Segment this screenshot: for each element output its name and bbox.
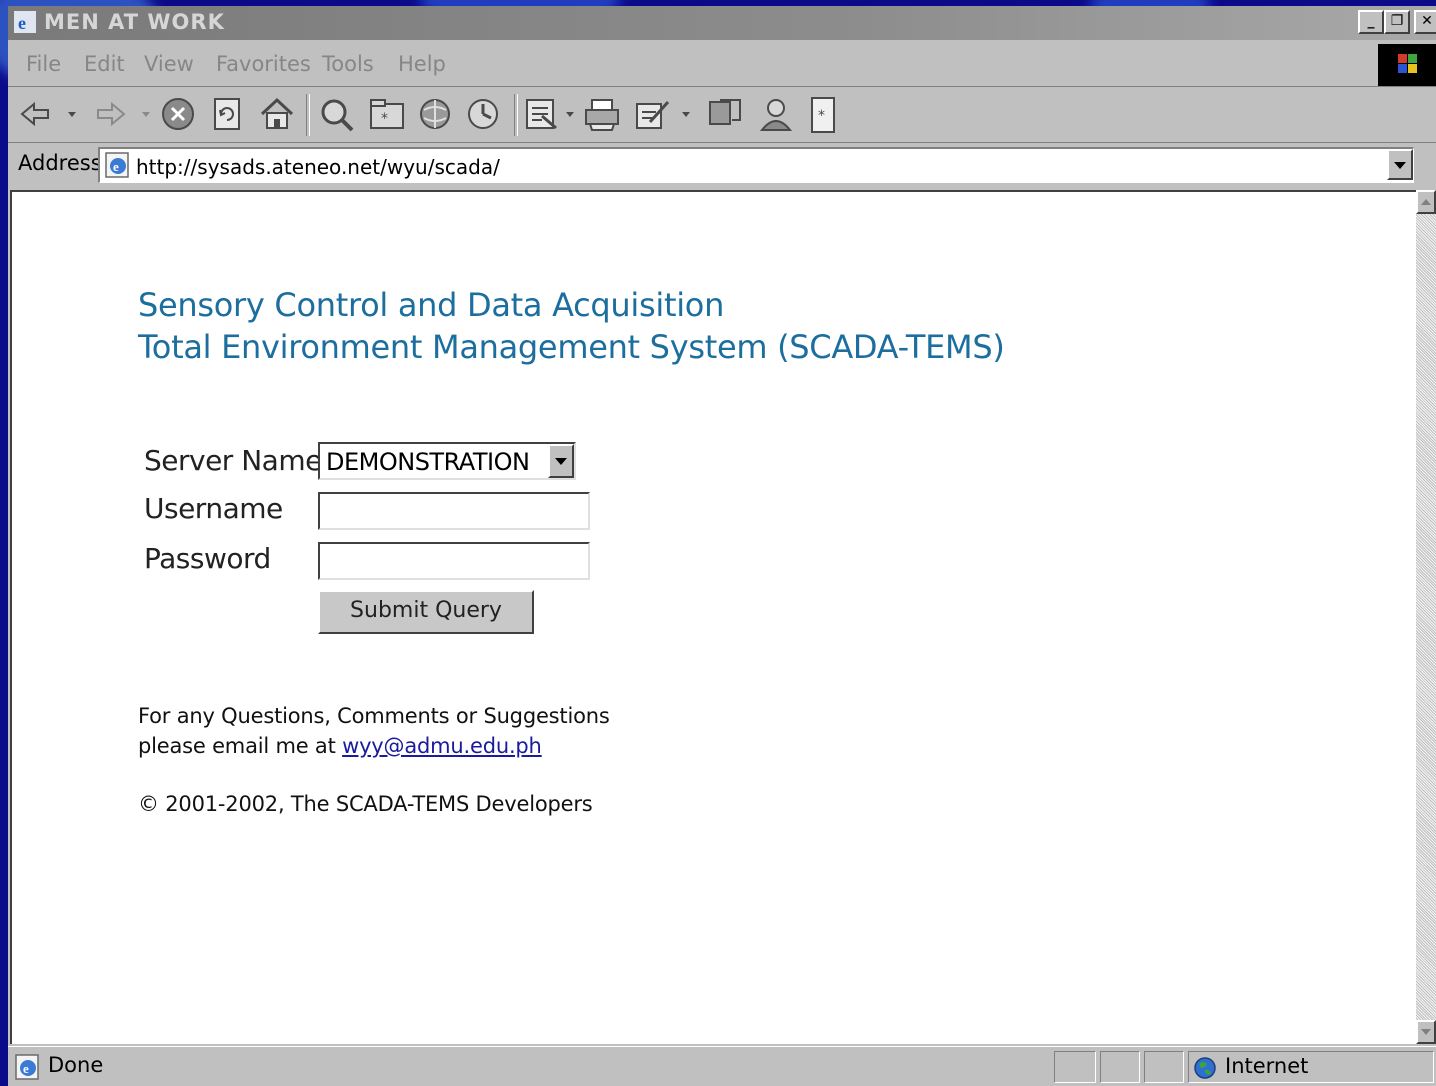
chevron-down-icon [555, 458, 567, 465]
password-input[interactable] [318, 542, 590, 580]
scroll-up-button[interactable] [1416, 190, 1436, 214]
contact-line-2: please email me at wyy@admu.edu.ph [138, 734, 542, 758]
edit-icon[interactable] [634, 96, 672, 132]
password-label: Password [144, 542, 271, 575]
address-dropdown-button[interactable] [1387, 149, 1413, 180]
discuss-icon[interactable] [706, 96, 744, 132]
contact-prefix: please email me at [138, 734, 343, 758]
title-bar[interactable]: e MEN AT WORK _ ❐ ✕ [8, 6, 1436, 40]
menu-favorites[interactable]: Favorites [216, 52, 311, 76]
server-name-value: DEMONSTRATION [326, 448, 530, 476]
status-pane [1054, 1051, 1096, 1083]
mail-dropdown-icon[interactable] [564, 96, 576, 132]
username-label: Username [144, 492, 283, 525]
toolbar-separator [514, 94, 518, 136]
channels-icon[interactable] [416, 96, 454, 132]
forward-dropdown-icon[interactable] [140, 96, 152, 132]
calculator-icon[interactable]: * [808, 96, 838, 134]
contact-line-1: For any Questions, Comments or Suggestio… [138, 704, 610, 728]
forward-icon[interactable] [92, 96, 128, 132]
print-icon[interactable] [582, 96, 622, 132]
page-content: Sensory Control and Data Acquisition Tot… [10, 190, 1416, 1044]
ie-logo-icon: e [14, 11, 36, 33]
page-status-icon: e [15, 1054, 39, 1080]
menu-edit[interactable]: Edit [84, 52, 125, 76]
copyright-text: © 2001-2002, The SCADA-TEMS Developers [138, 792, 593, 816]
address-label: Address [18, 151, 102, 175]
svg-text:e: e [113, 159, 119, 174]
menu-file[interactable]: File [26, 52, 61, 76]
favorites-icon[interactable]: * [368, 96, 406, 132]
menu-help[interactable]: Help [398, 52, 446, 76]
server-name-label: Server Name [144, 444, 322, 477]
server-name-select[interactable]: DEMONSTRATION [318, 442, 576, 480]
chevron-up-icon [1421, 199, 1431, 205]
refresh-icon[interactable] [210, 96, 246, 132]
svg-text:*: * [381, 111, 388, 127]
back-icon[interactable] [18, 96, 54, 132]
windows-flag-icon [1398, 54, 1417, 73]
maximize-button[interactable]: ❐ [1384, 10, 1410, 34]
home-icon[interactable] [258, 96, 296, 132]
search-icon[interactable] [318, 96, 356, 134]
page-icon: e [105, 152, 129, 178]
svg-text:e: e [18, 13, 26, 33]
address-url: http://sysads.ateneo.net/wyu/scada/ [136, 155, 500, 179]
globe-icon [1194, 1057, 1216, 1079]
svg-text:e: e [23, 1061, 29, 1076]
scroll-down-button[interactable] [1416, 1020, 1436, 1044]
status-text: Done [48, 1053, 104, 1077]
browser-window: e MEN AT WORK _ ❐ ✕ File Edit View Favor… [8, 6, 1436, 1086]
address-field[interactable]: e http://sysads.ateneo.net/wyu/scada/ [98, 147, 1414, 183]
status-pane [1100, 1051, 1140, 1083]
back-dropdown-icon[interactable] [66, 96, 78, 132]
chevron-down-icon [1394, 162, 1406, 169]
menu-tools[interactable]: Tools [322, 52, 374, 76]
chevron-down-icon [1421, 1029, 1431, 1035]
status-bar: e Done Internet [8, 1046, 1436, 1086]
svg-text:*: * [818, 108, 825, 124]
stop-icon[interactable] [160, 96, 196, 132]
toolbar-separator [306, 94, 310, 136]
minimize-button[interactable]: _ [1358, 10, 1384, 34]
messenger-icon[interactable] [756, 96, 796, 134]
status-pane [1144, 1051, 1184, 1083]
history-icon[interactable] [464, 96, 502, 132]
zone-text: Internet [1225, 1054, 1309, 1078]
email-link[interactable]: wyy@admu.edu.ph [342, 734, 542, 758]
submit-query-button[interactable]: Submit Query [318, 590, 534, 634]
menu-view[interactable]: View [144, 52, 194, 76]
page-heading-line-2: Total Environment Management System (SCA… [138, 328, 1005, 366]
username-input[interactable] [318, 492, 590, 530]
vertical-scrollbar[interactable] [1416, 190, 1436, 1044]
zone-pane: Internet [1188, 1051, 1434, 1083]
close-button[interactable]: ✕ [1414, 10, 1436, 34]
menu-bar: File Edit View Favorites Tools Help [8, 44, 1436, 87]
server-dropdown-button[interactable] [548, 444, 574, 478]
standard-toolbar: * * [8, 88, 1436, 143]
windows-logo-throbber [1378, 44, 1436, 86]
mail-icon[interactable] [524, 96, 562, 132]
address-bar: Address e http://sysads.ateneo.net/wyu/s… [8, 143, 1436, 187]
window-title: MEN AT WORK [44, 10, 225, 34]
edit-dropdown-icon[interactable] [680, 96, 692, 132]
page-heading-line-1: Sensory Control and Data Acquisition [138, 286, 725, 324]
